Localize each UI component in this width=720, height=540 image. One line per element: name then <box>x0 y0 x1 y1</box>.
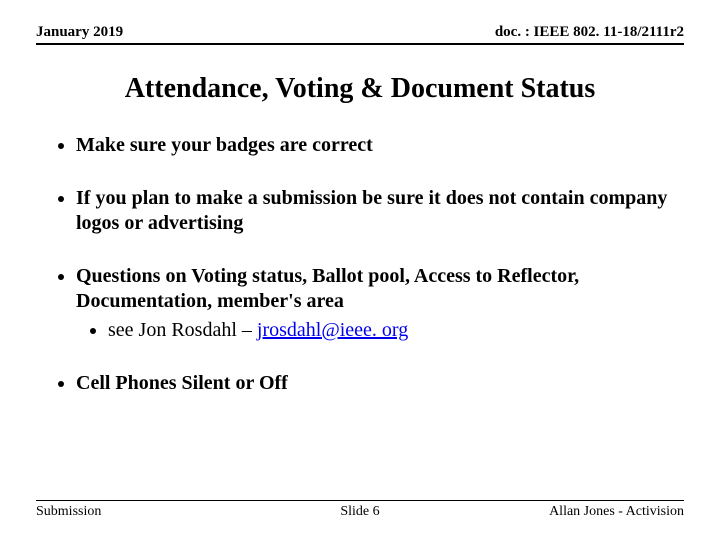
bullet-0: Make sure your badges are correct <box>76 133 684 158</box>
header-date: January 2019 <box>36 24 123 41</box>
footer-center: Slide 6 <box>252 504 468 520</box>
footer-right: Allan Jones - Activision <box>468 504 684 520</box>
page-title: Attendance, Voting & Document Status <box>36 73 684 105</box>
bullet-1-text: If you plan to make a submission be sure… <box>76 187 667 234</box>
bullet-3-text: Cell Phones Silent or Off <box>76 372 288 394</box>
content: Make sure your badges are correct If you… <box>36 133 684 500</box>
bullet-2-text: Questions on Voting status, Ballot pool,… <box>76 265 579 312</box>
bullet-3: Cell Phones Silent or Off <box>76 371 684 396</box>
bullet-1: If you plan to make a submission be sure… <box>76 186 684 236</box>
bullet-2-sub: see Jon Rosdahl – jrosdahl@ieee. org <box>108 318 684 343</box>
email-link[interactable]: jrosdahl@ieee. org <box>257 319 408 341</box>
footer: Submission Slide 6 Allan Jones - Activis… <box>36 500 684 520</box>
bullet-2: Questions on Voting status, Ballot pool,… <box>76 264 684 343</box>
slide: January 2019 doc. : IEEE 802. 11-18/2111… <box>0 0 720 540</box>
footer-left: Submission <box>36 504 252 520</box>
header: January 2019 doc. : IEEE 802. 11-18/2111… <box>36 24 684 45</box>
header-docnum: doc. : IEEE 802. 11-18/2111r2 <box>495 24 684 41</box>
bullet-2-sub-prefix: see Jon Rosdahl – <box>108 319 257 341</box>
bullet-0-text: Make sure your badges are correct <box>76 134 373 156</box>
